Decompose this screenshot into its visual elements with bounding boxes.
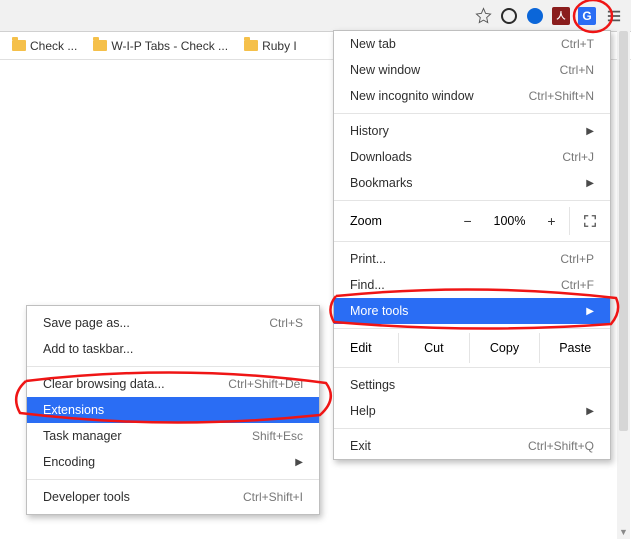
folder-icon: [244, 40, 258, 51]
zoom-out-button[interactable]: −: [450, 207, 485, 235]
more-tools-submenu: Save page as...Ctrl+S Add to taskbar... …: [26, 305, 320, 515]
bookmark-item[interactable]: Check ...: [6, 37, 83, 55]
chevron-right-icon: ▶: [586, 306, 594, 317]
menu-item-new-tab[interactable]: New tabCtrl+T: [334, 31, 610, 57]
menu-separator: [334, 241, 610, 242]
menu-item-find[interactable]: Find...Ctrl+F: [334, 272, 610, 298]
menu-item-downloads[interactable]: DownloadsCtrl+J: [334, 144, 610, 170]
menu-item-edit-row: Edit Cut Copy Paste: [334, 333, 610, 363]
zoom-label: Zoom: [350, 214, 450, 228]
folder-icon: [12, 40, 26, 51]
submenu-item-clear-data[interactable]: Clear browsing data...Ctrl+Shift+Del: [27, 371, 319, 397]
folder-icon: [93, 40, 107, 51]
submenu-item-extensions[interactable]: Extensions: [27, 397, 319, 423]
chevron-right-icon: ▶: [586, 178, 594, 189]
menu-separator: [27, 366, 319, 367]
ghostery-icon[interactable]: [499, 6, 519, 26]
zoom-value: 100%: [485, 214, 534, 228]
menu-item-new-window[interactable]: New windowCtrl+N: [334, 57, 610, 83]
translate-icon[interactable]: G: [577, 6, 597, 26]
copy-button[interactable]: Copy: [469, 333, 540, 363]
chevron-right-icon: ▶: [586, 126, 594, 137]
cut-button[interactable]: Cut: [398, 333, 469, 363]
opera-icon[interactable]: [525, 6, 545, 26]
submenu-item-task-manager[interactable]: Task managerShift+Esc: [27, 423, 319, 449]
menu-separator: [334, 113, 610, 114]
menu-separator: [334, 328, 610, 329]
bookmark-item[interactable]: W-I-P Tabs - Check ...: [87, 37, 234, 55]
menu-item-print[interactable]: Print...Ctrl+P: [334, 246, 610, 272]
browser-toolbar: 人 G: [0, 0, 631, 32]
zoom-in-button[interactable]: +: [534, 207, 569, 235]
edit-label: Edit: [334, 333, 398, 363]
menu-separator: [334, 428, 610, 429]
bookmark-label: W-I-P Tabs - Check ...: [111, 39, 228, 53]
menu-item-exit[interactable]: ExitCtrl+Shift+Q: [334, 433, 610, 459]
menu-item-zoom: Zoom − 100% +: [334, 205, 610, 237]
bookmark-label: Check ...: [30, 39, 77, 53]
menu-item-history[interactable]: History▶: [334, 118, 610, 144]
menu-separator: [334, 200, 610, 201]
bookmark-item[interactable]: Ruby I: [238, 37, 303, 55]
paste-button[interactable]: Paste: [539, 333, 610, 363]
menu-item-settings[interactable]: Settings: [334, 372, 610, 398]
menu-separator: [27, 479, 319, 480]
bookmark-star-icon[interactable]: [473, 6, 493, 26]
scrollbar-thumb[interactable]: [619, 31, 628, 431]
hamburger-menu-icon[interactable]: [603, 5, 625, 27]
chrome-main-menu: New tabCtrl+T New windowCtrl+N New incog…: [333, 30, 611, 460]
bookmark-label: Ruby I: [262, 39, 297, 53]
submenu-item-save-page[interactable]: Save page as...Ctrl+S: [27, 310, 319, 336]
pdf-icon[interactable]: 人: [551, 6, 571, 26]
menu-item-incognito[interactable]: New incognito windowCtrl+Shift+N: [334, 83, 610, 109]
menu-item-bookmarks[interactable]: Bookmarks▶: [334, 170, 610, 196]
submenu-item-encoding[interactable]: Encoding▶: [27, 449, 319, 475]
chevron-right-icon: ▶: [295, 457, 303, 468]
scroll-down-icon[interactable]: ▼: [619, 527, 627, 537]
menu-item-more-tools[interactable]: More tools▶: [334, 298, 610, 324]
fullscreen-icon[interactable]: [569, 207, 610, 235]
vertical-scrollbar[interactable]: ▲ ▼: [617, 31, 630, 539]
menu-separator: [334, 367, 610, 368]
menu-item-help[interactable]: Help▶: [334, 398, 610, 424]
submenu-item-add-taskbar[interactable]: Add to taskbar...: [27, 336, 319, 362]
submenu-item-devtools[interactable]: Developer toolsCtrl+Shift+I: [27, 484, 319, 510]
chevron-right-icon: ▶: [586, 406, 594, 417]
